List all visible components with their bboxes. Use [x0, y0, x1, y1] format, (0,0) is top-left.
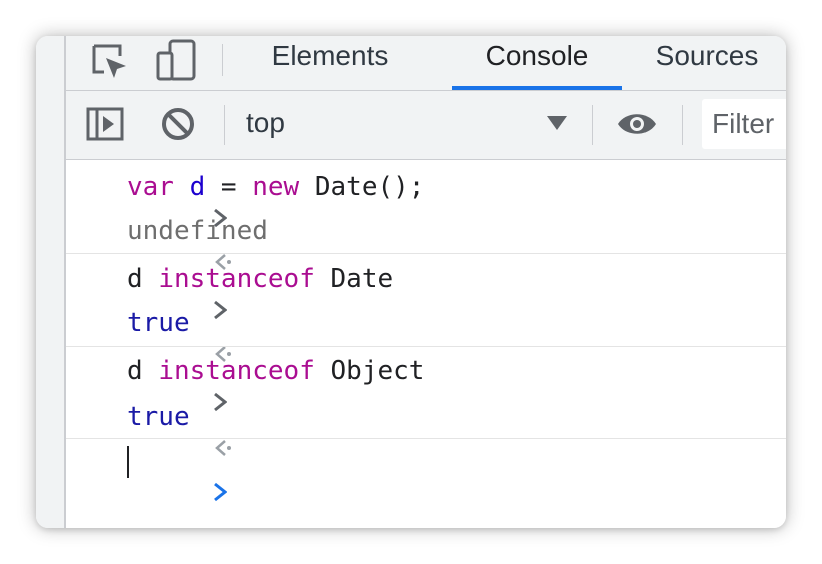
console-divider [66, 346, 786, 347]
chevron-right-icon [88, 449, 228, 528]
device-toolbar-icon[interactable] [156, 39, 198, 88]
dropdown-arrow-icon[interactable] [546, 115, 568, 136]
show-sidebar-icon[interactable] [86, 107, 124, 146]
tab-sources[interactable]: Sources [648, 36, 766, 90]
toolbar-separator [592, 105, 593, 145]
console-divider [66, 253, 786, 254]
console-toolbar: top [66, 91, 786, 160]
filter-input[interactable] [702, 99, 786, 149]
console-result: true [127, 402, 190, 432]
console-divider [66, 438, 786, 439]
console-panel[interactable]: var d = new Date(); undefined d instance… [66, 160, 786, 528]
left-gutter [36, 36, 66, 528]
tab-console[interactable]: Console [452, 36, 622, 90]
clear-console-icon[interactable] [160, 106, 196, 147]
tabbar-separator [222, 44, 223, 76]
console-result: true [127, 308, 190, 338]
toolbar-separator [224, 105, 225, 145]
toolbar-separator [682, 105, 683, 145]
console-prompt[interactable] [66, 446, 786, 502]
devtools-window: Elements Console Sources top Filter var … [36, 36, 786, 528]
active-tab-indicator [452, 86, 622, 90]
live-expression-icon[interactable] [616, 109, 658, 144]
filter-box [702, 99, 786, 149]
text-cursor [127, 446, 129, 478]
tab-elements[interactable]: Elements [266, 36, 394, 90]
console-code: d instanceof Object [127, 356, 425, 386]
console-code: var d = new Date(); [127, 172, 425, 202]
console-result: undefined [127, 216, 268, 246]
devtools-tabbar: Elements Console Sources [66, 36, 786, 91]
context-selector[interactable]: top [246, 107, 285, 139]
console-code: d instanceof Date [127, 264, 394, 294]
inspect-element-icon[interactable] [90, 42, 130, 87]
